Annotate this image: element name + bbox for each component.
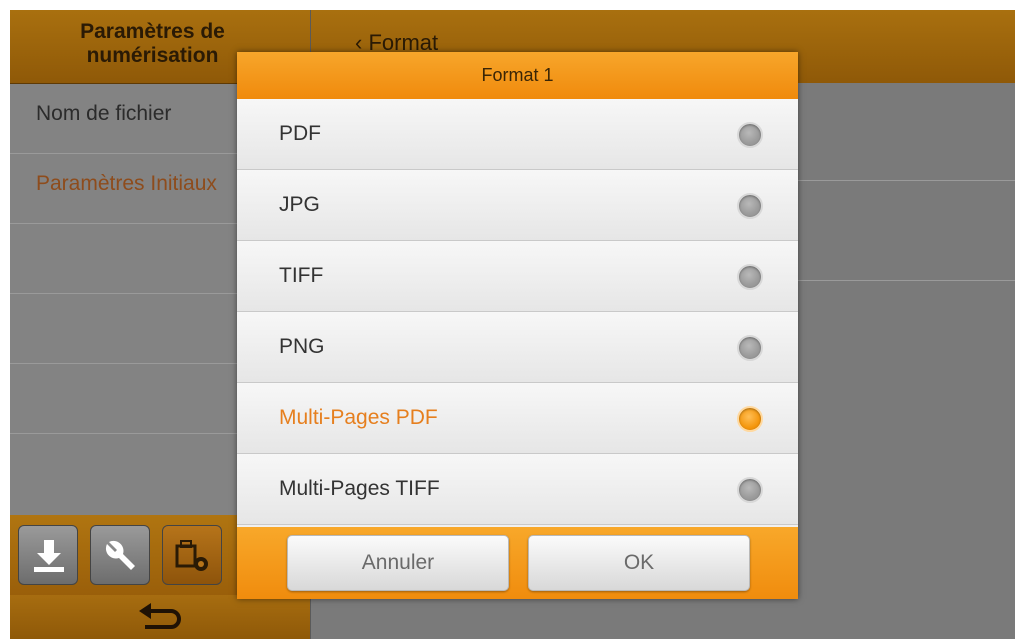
option-label: Multi-Pages TIFF xyxy=(279,477,440,500)
radio-button[interactable] xyxy=(737,477,763,503)
format-option-multipage-tiff[interactable]: Multi-Pages TIFF xyxy=(237,454,798,525)
download-icon xyxy=(34,540,64,572)
format-option-jpg[interactable]: JPG xyxy=(237,170,798,241)
radio-button[interactable] xyxy=(737,122,763,148)
dialog-title: Format 1 xyxy=(237,52,798,99)
format-dialog: Format 1 PDF JPG TIFF PNG Multi-Pages PD… xyxy=(237,52,798,599)
option-label: JPG xyxy=(279,193,320,216)
back-arrow-icon[interactable] xyxy=(135,603,185,631)
download-button[interactable] xyxy=(18,525,78,585)
format-option-tiff[interactable]: TIFF xyxy=(237,241,798,312)
ok-button[interactable]: OK xyxy=(528,535,750,591)
left-footer xyxy=(10,595,310,639)
radio-button[interactable] xyxy=(737,264,763,290)
format-option-multipage-pdf[interactable]: Multi-Pages PDF xyxy=(237,383,798,454)
left-header-title: Paramètres de numérisation xyxy=(80,20,225,67)
wrench-icon xyxy=(105,540,135,570)
option-label: PDF xyxy=(279,122,321,145)
format-option-pdf[interactable]: PDF xyxy=(237,99,798,170)
option-label: PNG xyxy=(279,335,325,358)
radio-button[interactable] xyxy=(737,193,763,219)
option-label: TIFF xyxy=(279,264,324,287)
dialog-footer: Annuler OK xyxy=(237,527,798,599)
option-label: Multi-Pages PDF xyxy=(279,406,438,429)
format-option-png[interactable]: PNG xyxy=(237,312,798,383)
radio-button-selected[interactable] xyxy=(737,406,763,432)
scanner-settings-button[interactable] xyxy=(162,525,222,585)
settings-button[interactable] xyxy=(90,525,150,585)
scanner-settings-icon xyxy=(175,540,208,571)
format-option-list: PDF JPG TIFF PNG Multi-Pages PDF Multi-P… xyxy=(237,99,798,525)
cancel-button[interactable]: Annuler xyxy=(287,535,509,591)
radio-button[interactable] xyxy=(737,335,763,361)
